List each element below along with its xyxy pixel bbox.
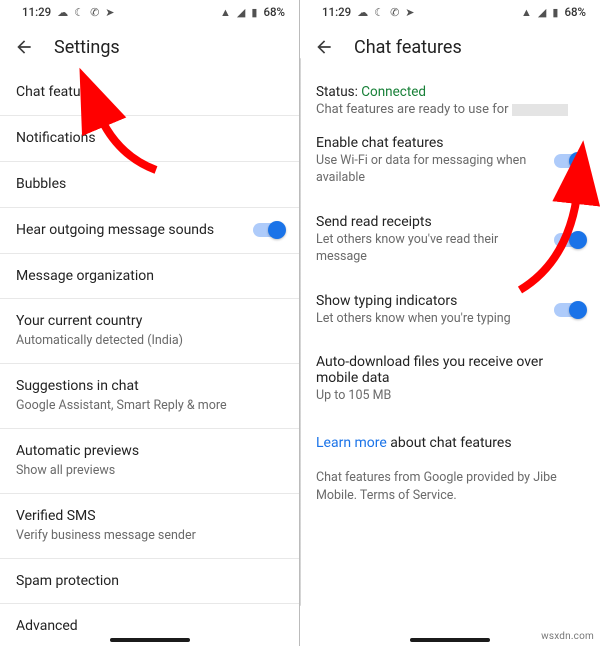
battery-icon: ▮ [552,7,558,18]
row-auto-download[interactable]: Auto-download files you receive over mob… [300,339,600,417]
redacted-number [512,104,568,116]
row-title: Send read receipts [316,214,542,230]
back-button[interactable] [314,37,334,57]
wifi-icon: ▲ [521,7,532,18]
row-message-organization[interactable]: Message organization [0,253,299,299]
row-title: Message organization [16,267,154,286]
row-outgoing-sounds[interactable]: Hear outgoing message sounds [0,207,299,253]
cloud-icon: ☁ [57,7,68,18]
row-spam-protection[interactable]: Spam protection [0,558,299,604]
row-title: Spam protection [16,572,119,591]
row-automatic-previews[interactable]: Automatic previews Show all previews [0,428,299,493]
row-title: Chat features [16,83,100,102]
toggle-enable-chat-features[interactable] [554,154,584,168]
status-bar: 11:29 ☁ ☾ ✆ ➤ ▲ ◢ ▮ 68% [300,0,600,24]
learn-more-row: Learn more about chat features [300,417,600,463]
phone-icon: ✆ [390,7,399,18]
row-chat-features[interactable]: Chat features [0,70,299,115]
screen-settings: 11:29 ☁ ☾ ✆ ➤ ▲ ◢ ▮ 68% Settings Chat fe… [0,0,300,646]
status-value: Connected [361,84,426,100]
battery-percent: 68% [564,5,586,19]
phone-icon: ✆ [90,7,99,18]
cloud-icon: ☁ [357,7,368,18]
row-verified-sms[interactable]: Verified SMS Verify business message sen… [0,493,299,558]
row-notifications[interactable]: Notifications [0,115,299,161]
toggle-typing-indicators[interactable] [554,303,584,317]
arrow-left-icon [314,37,334,57]
row-enable-chat-features[interactable]: Enable chat features Use Wi-Fi or data f… [300,121,600,199]
row-bubbles[interactable]: Bubbles [0,161,299,207]
row-title: Suggestions in chat [16,377,227,396]
learn-more-suffix: about chat features [387,435,512,451]
row-subtitle: Use Wi-Fi or data for messaging when ava… [316,153,542,187]
page-title: Chat features [354,37,462,58]
signal-icon: ◢ [237,7,245,18]
screen-chat-features: 11:29 ☁ ☾ ✆ ➤ ▲ ◢ ▮ 68% Chat features St… [300,0,600,646]
row-subtitle: Automatically detected (India) [16,333,183,350]
row-suggestions[interactable]: Suggestions in chat Google Assistant, Sm… [0,363,299,428]
signal-icon: ◢ [538,7,546,18]
battery-percent: 68% [263,5,285,19]
status-section: Status: Connected Chat features are read… [300,70,600,121]
toggle-read-receipts[interactable] [554,233,584,247]
row-title: Advanced [16,617,78,636]
status-time: 11:29 [22,5,51,19]
row-subtitle: Google Assistant, Smart Reply & more [16,398,227,415]
row-current-country[interactable]: Your current country Automatically detec… [0,298,299,363]
status-time: 11:29 [322,5,351,19]
send-icon: ➤ [105,7,114,18]
row-title: Show typing indicators [316,293,511,309]
row-subtitle: Up to 105 MB [316,388,584,405]
appbar-chat-features: Chat features [300,24,600,70]
toggle-outgoing-sounds[interactable] [253,223,283,237]
row-typing-indicators[interactable]: Show typing indicators Let others know w… [300,278,600,340]
row-title: Your current country [16,312,183,331]
status-bar: 11:29 ☁ ☾ ✆ ➤ ▲ ◢ ▮ 68% [0,0,299,24]
status-subtext: Chat features are ready to use for [316,102,512,117]
row-title: Automatic previews [16,442,139,461]
row-title: Notifications [16,129,96,148]
watermark: wsxdn.com [541,631,594,642]
row-subtitle: Verify business message sender [16,528,196,545]
row-title: Auto-download files you receive over mob… [316,354,584,386]
moon-icon: ☾ [74,7,84,18]
settings-list: Chat features Notifications Bubbles Hear… [0,70,299,646]
send-icon: ➤ [405,7,414,18]
row-subtitle: Show all previews [16,463,139,480]
status-label: Status: [316,84,361,100]
battery-icon: ▮ [251,7,257,18]
provider-footer: Chat features from Google provided by Ji… [300,463,600,504]
row-read-receipts[interactable]: Send read receipts Let others know you'v… [300,199,600,278]
row-subtitle: Let others know when you're typing [316,311,511,328]
appbar-settings: Settings [0,24,299,70]
learn-more-link[interactable]: Learn more [316,435,387,451]
wifi-icon: ▲ [220,7,231,18]
moon-icon: ☾ [374,7,384,18]
row-title: Enable chat features [316,135,542,151]
row-title: Bubbles [16,175,66,194]
row-subtitle: Let others know you've read their messag… [316,232,542,266]
back-button[interactable] [14,37,34,57]
gesture-bar [0,638,299,642]
row-title: Verified SMS [16,507,196,526]
row-title: Hear outgoing message sounds [16,221,214,240]
arrow-left-icon [14,37,34,57]
page-title: Settings [54,37,120,58]
